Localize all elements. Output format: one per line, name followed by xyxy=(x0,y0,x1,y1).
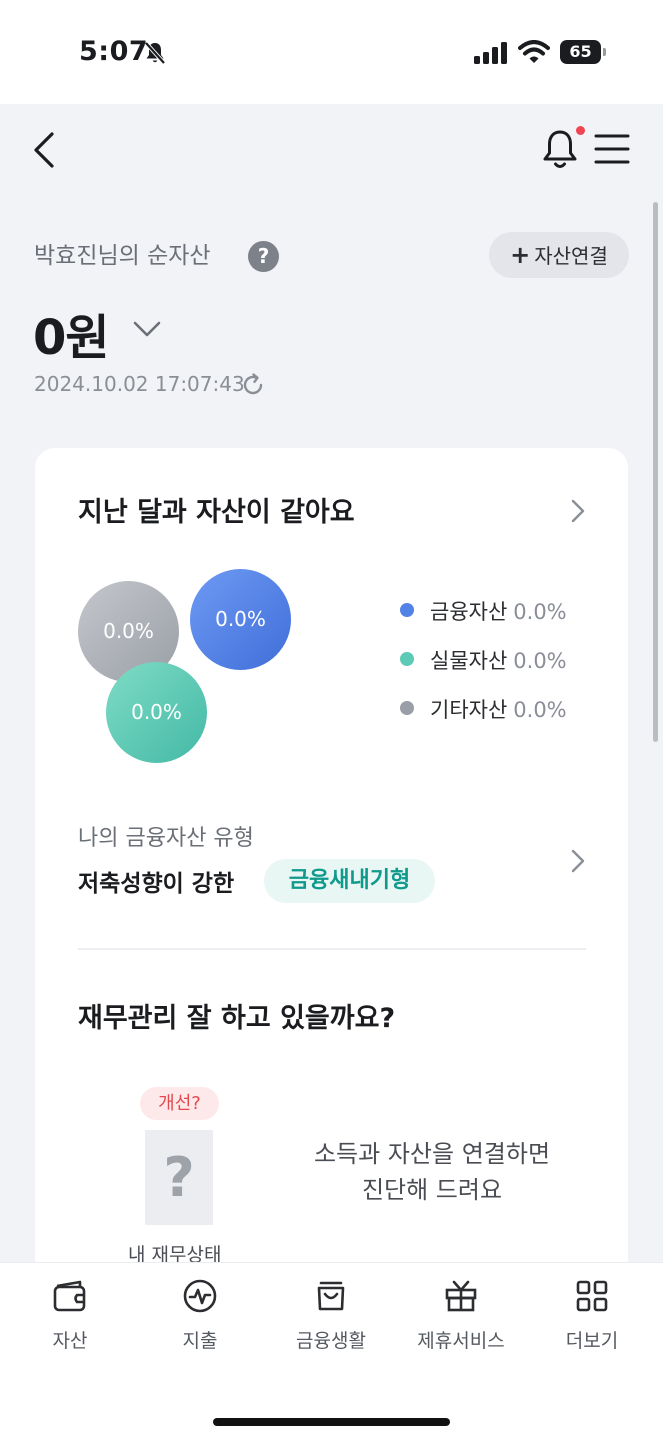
refresh-icon[interactable] xyxy=(240,372,266,398)
diagnosis-message: 소득과 자산을 연결하면 진단해 드려요 xyxy=(296,1136,568,1208)
tab-label: 제휴서비스 xyxy=(417,1330,505,1352)
tab-assets[interactable]: 자산 xyxy=(5,1276,135,1356)
scrollbar[interactable] xyxy=(653,202,658,742)
chevron-right-icon[interactable] xyxy=(568,496,588,526)
asset-type-label: 나의 금융자산 유형 xyxy=(78,826,254,851)
tab-label: 지출 xyxy=(182,1330,218,1352)
tab-spending[interactable]: 지출 xyxy=(135,1276,265,1356)
update-timestamp: 2024.10.02 17:07:43 xyxy=(34,372,245,396)
net-asset-label: 박효진님의 순자산 xyxy=(34,243,211,269)
chevron-down-icon[interactable] xyxy=(132,318,162,340)
asset-change-title[interactable]: 지난 달과 자산이 같아요 xyxy=(78,490,355,529)
divider xyxy=(78,948,586,950)
connect-asset-button[interactable]: + 자산연결 xyxy=(489,232,629,278)
wallet-icon xyxy=(53,1280,86,1312)
diagnosis-line-2: 진단해 드려요 xyxy=(361,1176,503,1204)
tab-label: 자산 xyxy=(52,1330,88,1352)
asset-type-text[interactable]: 저축성향이 강한 xyxy=(78,864,234,898)
connect-asset-label: 자산연결 xyxy=(534,244,608,268)
legend-value: 0.0% xyxy=(513,649,567,673)
battery-level: 65 xyxy=(560,40,601,64)
back-arrow-icon[interactable] xyxy=(28,130,64,170)
home-indicator[interactable] xyxy=(213,1418,450,1426)
notification-bell-icon[interactable] xyxy=(540,126,580,170)
shopping-bag-icon xyxy=(317,1281,345,1311)
legend-financial: 금융자산 0.0% xyxy=(400,596,567,626)
gift-icon xyxy=(445,1280,477,1312)
diagnosis-line-1: 소득과 자산을 연결하면 xyxy=(313,1140,551,1168)
tab-partner-services[interactable]: 제휴서비스 xyxy=(396,1276,526,1356)
signal-icon xyxy=(474,42,507,64)
notification-badge xyxy=(576,126,585,135)
grid-icon xyxy=(576,1280,608,1312)
tab-financial-life[interactable]: 금융생활 xyxy=(266,1276,396,1356)
physical-asset-bubble: 0.0% xyxy=(106,662,207,763)
financial-asset-bubble: 0.0% xyxy=(190,569,291,670)
wifi-icon xyxy=(518,40,550,63)
status-time: 5:07 xyxy=(79,36,149,67)
net-asset-amount: 0원 xyxy=(33,310,110,366)
status-bar: 5:07 65 xyxy=(0,0,663,104)
pulse-icon xyxy=(183,1279,217,1313)
legend-physical: 실물자산 0.0% xyxy=(400,645,567,675)
legend-value: 0.0% xyxy=(513,698,567,722)
silent-bell-icon xyxy=(144,41,166,65)
improve-badge: 개선? xyxy=(140,1087,219,1120)
battery-icon: 65 xyxy=(560,40,606,64)
hamburger-menu-icon[interactable] xyxy=(594,132,630,166)
question-document-icon: ? xyxy=(145,1130,213,1225)
legend-label: 기타자산 xyxy=(430,698,508,722)
asset-type-badge[interactable]: 금융새내기형 xyxy=(264,859,435,903)
finance-check-title: 재무관리 잘 하고 있을까요? xyxy=(78,1003,396,1034)
legend-label: 금융자산 xyxy=(430,600,508,624)
legend-label: 실물자산 xyxy=(430,649,508,673)
help-icon[interactable]: ? xyxy=(248,241,279,272)
tab-more[interactable]: 더보기 xyxy=(527,1276,657,1356)
tab-label: 금융생활 xyxy=(296,1330,366,1352)
chevron-right-icon[interactable] xyxy=(568,846,588,876)
legend-dot xyxy=(400,652,414,666)
tab-label: 더보기 xyxy=(565,1330,619,1352)
legend-dot xyxy=(400,603,414,617)
legend-dot xyxy=(400,701,414,715)
legend-other: 기타자산 0.0% xyxy=(400,694,567,724)
legend-value: 0.0% xyxy=(513,600,567,624)
plus-icon: + xyxy=(510,241,531,269)
